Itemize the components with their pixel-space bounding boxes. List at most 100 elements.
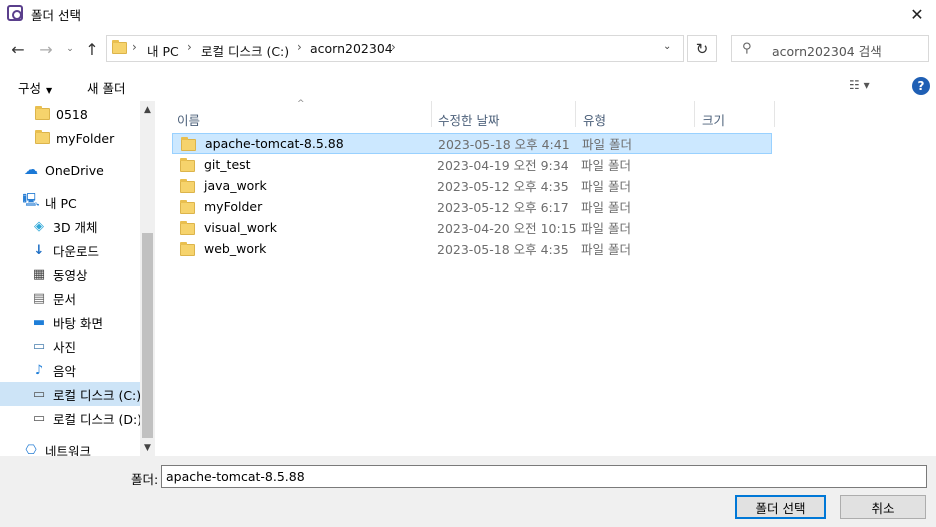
nav-item-downloads[interactable]: ↓ 다운로드 (0, 238, 140, 262)
navigation-pane: 0518 myFolder ☁ OneDrive 🖳 내 PC ◈ 3D 개체 … (0, 101, 155, 456)
cancel-button[interactable]: 취소 (840, 495, 926, 519)
nav-item-drive-c[interactable]: ▭ 로컬 디스크 (C:) (0, 382, 141, 406)
folder-icon (180, 179, 195, 193)
file-row[interactable]: git_test 2023-04-19 오전 9:34 파일 폴더 (172, 154, 772, 175)
folder-icon (180, 200, 195, 214)
close-button[interactable]: ✕ (898, 0, 936, 28)
back-button[interactable]: ← (8, 38, 28, 60)
nav-item-label: 사진 (53, 339, 77, 355)
select-folder-button[interactable]: 폴더 선택 (735, 495, 826, 519)
search-icon: ⚲ (742, 41, 752, 56)
breadcrumb-item-drive[interactable]: 로컬 디스크 (C:) (201, 41, 289, 60)
network-icon: ⎔ (25, 442, 37, 457)
file-date: 2023-05-18 오후 4:41 (438, 137, 570, 152)
scroll-up-arrow-icon[interactable]: ▲ (140, 102, 155, 118)
nav-item-pc[interactable]: 🖳 내 PC (0, 190, 140, 214)
file-type: 파일 폴더 (581, 200, 631, 215)
nav-item-onedrive[interactable]: ☁ OneDrive (0, 158, 140, 182)
breadcrumb-item-pc[interactable]: 내 PC (147, 41, 179, 60)
nav-item-network[interactable]: ⎔ 네트워크 (0, 438, 140, 457)
file-type: 파일 폴더 (581, 221, 631, 236)
file-name: java_work (204, 178, 267, 193)
file-date: 2023-04-20 오전 10:15 (437, 221, 577, 236)
breadcrumb-separator: › (297, 40, 302, 54)
nav-item-label: 3D 개체 (53, 219, 98, 235)
file-list: ^ 이름 수정한 날짜 유형 크기 apache-tomcat-8.5.88 2… (156, 99, 936, 456)
column-divider[interactable] (774, 101, 775, 127)
new-folder-button[interactable]: 새 폴더 (87, 78, 125, 97)
nav-item-label: 문서 (53, 291, 77, 307)
column-divider[interactable] (694, 101, 695, 127)
cloud-icon: ☁ (24, 162, 38, 178)
folder-icon (112, 40, 127, 54)
up-button[interactable]: ↑ (82, 38, 102, 60)
file-row[interactable]: visual_work 2023-04-20 오전 10:15 파일 폴더 (172, 217, 772, 238)
organize-label: 구성 (18, 81, 42, 96)
file-name: git_test (204, 157, 251, 172)
download-icon: ↓ (33, 242, 45, 258)
folder-icon (181, 137, 196, 151)
nav-item-label: 0518 (56, 106, 88, 122)
folder-label: 폴더: (131, 472, 159, 487)
file-type: 파일 폴더 (582, 137, 632, 152)
window-title: 폴더 선택 (31, 8, 81, 23)
file-row[interactable]: apache-tomcat-8.5.88 2023-05-18 오후 4:41 … (172, 133, 772, 154)
view-options-button[interactable]: ☷ ▾ (849, 78, 870, 92)
nav-item-pictures[interactable]: ▭ 사진 (0, 334, 140, 358)
file-name: visual_work (204, 220, 277, 235)
nav-item-videos[interactable]: ▦ 동영상 (0, 262, 140, 286)
breadcrumb-separator: › (187, 40, 192, 54)
refresh-button[interactable]: ↻ (687, 35, 717, 62)
nav-item-label: 다운로드 (53, 243, 100, 259)
folder-icon (34, 106, 50, 122)
file-name: web_work (204, 241, 267, 256)
column-header-size[interactable]: 크기 (702, 107, 725, 131)
nav-item-0518[interactable]: 0518 (0, 102, 140, 126)
column-divider[interactable] (575, 101, 576, 127)
nav-item-label: 로컬 디스크 (D:) (53, 411, 143, 427)
nav-scrollbar-thumb[interactable] (142, 233, 153, 438)
scroll-down-arrow-icon[interactable]: ▼ (140, 440, 155, 456)
nav-item-desktop[interactable]: ▬ 바탕 화면 (0, 310, 140, 334)
computer-icon: 🖳 (22, 193, 40, 208)
address-bar[interactable]: › 내 PC › 로컬 디스크 (C:) › acorn202304 › ⌄ (106, 35, 684, 62)
document-icon: ▤ (32, 290, 46, 306)
cube-icon: ◈ (34, 218, 44, 234)
help-button[interactable]: ? (912, 77, 930, 95)
nav-item-3d-objects[interactable]: ◈ 3D 개체 (0, 214, 140, 238)
nav-item-documents[interactable]: ▤ 문서 (0, 286, 140, 310)
search-input[interactable]: ⚲ acorn202304 검색 (731, 35, 929, 62)
nav-item-label: OneDrive (45, 162, 104, 178)
column-divider[interactable] (431, 101, 432, 127)
recent-locations-button[interactable]: ⌄ (63, 38, 77, 60)
nav-item-label: 동영상 (53, 267, 88, 283)
file-type: 파일 폴더 (581, 242, 631, 257)
nav-item-music[interactable]: ♪ 음악 (0, 358, 140, 382)
file-row[interactable]: myFolder 2023-05-12 오후 6:17 파일 폴더 (172, 196, 772, 217)
organize-button[interactable]: 구성 ▼ (18, 78, 52, 97)
file-row[interactable]: java_work 2023-05-12 오후 4:35 파일 폴더 (172, 175, 772, 196)
video-icon: ▦ (32, 266, 46, 282)
nav-item-label: 내 PC (45, 195, 77, 211)
file-date: 2023-05-12 오후 6:17 (437, 200, 569, 215)
breadcrumb-separator: › (391, 40, 396, 54)
file-row[interactable]: web_work 2023-05-18 오후 4:35 파일 폴더 (172, 238, 772, 259)
nav-item-label: 음악 (53, 363, 77, 379)
column-header-name[interactable]: 이름 (177, 107, 200, 131)
column-header-date[interactable]: 수정한 날짜 (438, 107, 499, 131)
drive-icon: ▭ (32, 410, 46, 426)
nav-item-drive-d[interactable]: ▭ 로컬 디스크 (D:) (0, 406, 143, 430)
file-type: 파일 폴더 (581, 158, 631, 173)
sort-ascending-icon: ^ (297, 99, 305, 109)
column-header-type[interactable]: 유형 (583, 107, 606, 131)
chevron-down-icon[interactable]: ⌄ (663, 41, 671, 52)
file-date: 2023-05-12 오후 4:35 (437, 179, 569, 194)
folder-icon (180, 221, 195, 235)
title-bar: 폴더 선택 ✕ (0, 0, 936, 28)
breadcrumb-item-folder[interactable]: acorn202304 (310, 41, 393, 56)
folder-name-input[interactable] (161, 465, 927, 488)
nav-item-label: 바탕 화면 (53, 315, 103, 331)
nav-item-myfolder[interactable]: myFolder (0, 126, 140, 150)
drive-icon: ▭ (32, 386, 46, 402)
forward-button[interactable]: → (36, 38, 56, 60)
